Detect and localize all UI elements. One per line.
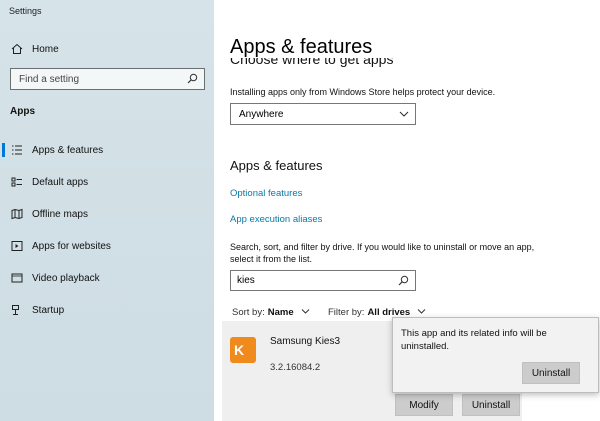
filter-label: Filter by: [328,307,365,318]
startup-icon [10,303,24,317]
install-description: Installing apps only from Windows Store … [230,87,496,97]
chevron-down-icon [399,110,409,121]
search-icon [187,73,198,87]
video-icon [10,271,24,285]
sidebar-item-label: Startup [32,304,65,316]
chevron-down-icon [301,307,310,318]
main-content: Apps & features Choose where to get apps… [214,0,600,421]
page-title: Apps & features [230,36,373,58]
website-app-icon [10,239,24,253]
sidebar-item-offline-maps[interactable]: Offline maps [0,203,214,225]
search-icon [398,275,409,289]
optional-features-link[interactable]: Optional features [230,188,302,199]
map-icon [10,207,24,221]
sort-value: Name [267,307,294,318]
find-setting-input[interactable]: Find a setting [10,68,205,90]
sidebar: Settings Home Find a setting Apps Apps &… [0,0,214,421]
sidebar-item-label: Default apps [32,176,89,188]
sidebar-item-label: Video playback [32,272,100,284]
sidebar-item-apps-for-websites[interactable]: Apps for websites [0,235,214,257]
app-search-input[interactable]: kies [230,270,416,291]
section-heading-partial: Choose where to get apps [230,58,394,67]
sidebar-item-label: Apps for websites [32,240,111,252]
sort-label: Sort by: [232,307,265,318]
sidebar-section-label: Apps [10,106,35,117]
flyout-message: This app and its related info will be un… [401,328,547,352]
sidebar-item-video-playback[interactable]: Video playback [0,267,214,289]
default-apps-icon [10,175,24,189]
app-version: 3.2.16084.2 [270,362,321,373]
confirm-uninstall-button[interactable]: Uninstall [522,362,580,384]
sidebar-item-label: Home [32,43,59,55]
sidebar-item-label: Offline maps [32,208,88,220]
uninstall-confirm-flyout: This app and its related info will be un… [392,317,599,393]
sidebar-item-startup[interactable]: Startup [0,299,214,321]
sidebar-item-home[interactable]: Home [0,38,214,60]
active-indicator [2,143,5,157]
kies-app-icon: K [230,337,256,363]
search-placeholder: Find a setting [19,73,80,85]
window-title: Settings [9,6,42,16]
app-source-dropdown[interactable]: Anywhere [230,103,416,125]
app-execution-aliases-link[interactable]: App execution aliases [230,214,322,225]
app-name: Samsung Kies3 [270,336,341,347]
search-help-text: Search, sort, and filter by drive. If yo… [230,242,535,264]
sort-by-control[interactable]: Sort by: Name [232,307,310,318]
subsection-title: Apps & features [230,158,323,173]
list-icon [10,143,24,157]
sidebar-item-apps-features[interactable]: Apps & features [0,139,214,161]
dropdown-value: Anywhere [239,108,284,120]
sidebar-item-label: Apps & features [32,144,104,156]
home-icon [10,42,24,56]
search-value: kies [237,275,255,286]
sidebar-item-default-apps[interactable]: Default apps [0,171,214,193]
uninstall-button[interactable]: Uninstall [462,394,520,416]
modify-button[interactable]: Modify [395,394,453,416]
